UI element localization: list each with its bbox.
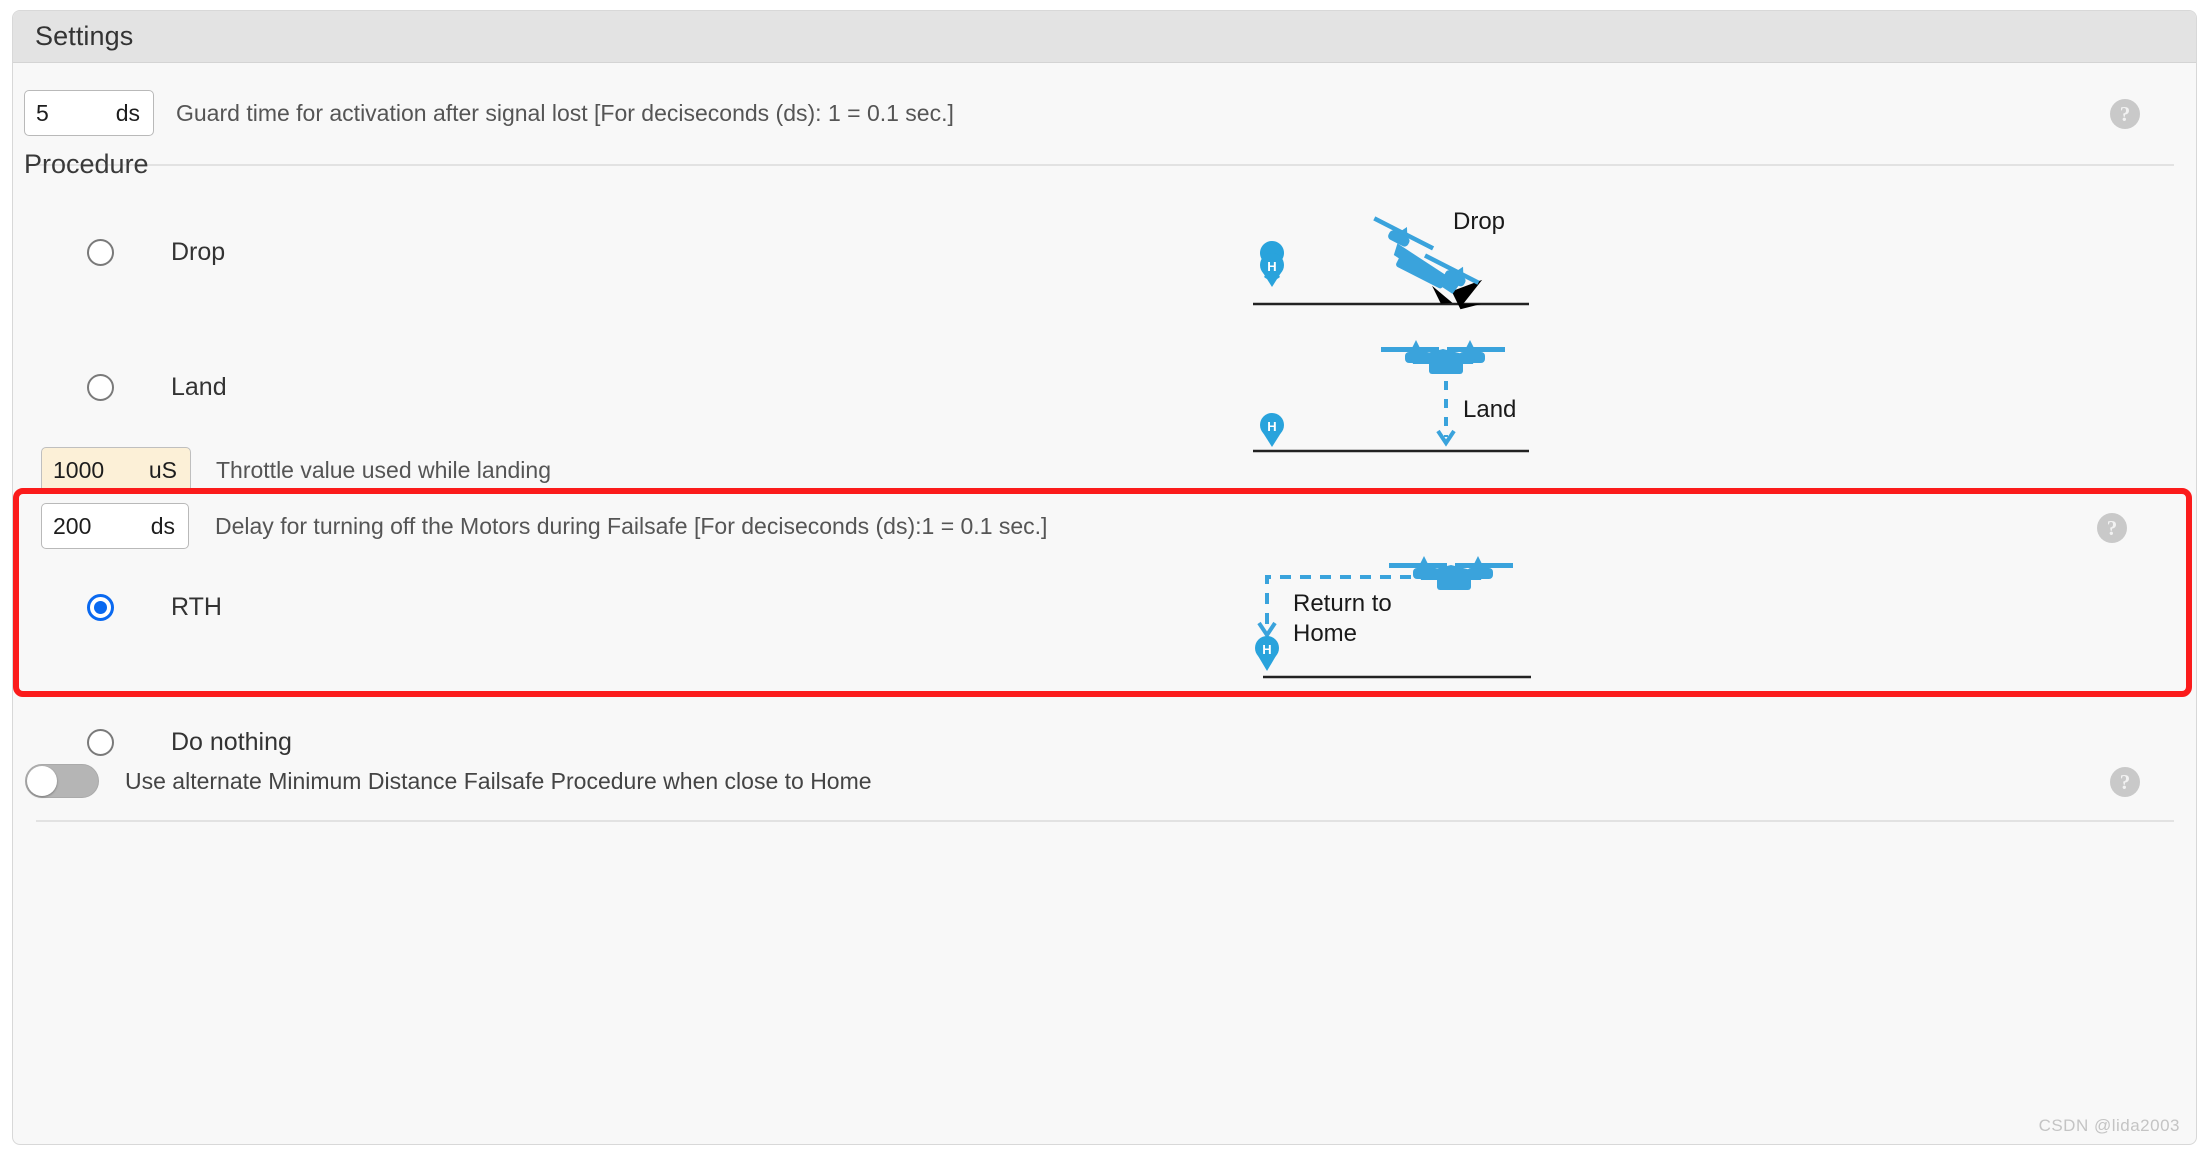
radio-drop[interactable] bbox=[87, 239, 114, 266]
procedure-option-drop[interactable]: Drop bbox=[87, 238, 225, 267]
panel-body: 5 ds Guard time for activation after sig… bbox=[13, 63, 2196, 1144]
land-illustration-svg: H Land bbox=[1253, 340, 1529, 453]
radio-label-drop: Drop bbox=[171, 238, 226, 266]
svg-text:H: H bbox=[1267, 259, 1276, 274]
rth-caption-line2: Home bbox=[1293, 620, 1357, 647]
guard-time-row: 5 ds Guard time for activation after sig… bbox=[24, 90, 954, 136]
watermark: CSDN @lida2003 bbox=[2038, 1116, 2180, 1135]
radio-rth[interactable] bbox=[87, 594, 114, 621]
throttle-value: 1000 bbox=[53, 456, 105, 483]
procedure-option-do-nothing[interactable]: Do nothing bbox=[87, 728, 292, 757]
help-glyph: ? bbox=[2106, 515, 2118, 540]
motor-delay-input[interactable]: 200 ds bbox=[41, 503, 189, 549]
radio-label-rth: RTH bbox=[171, 593, 222, 621]
toggle-knob bbox=[27, 766, 57, 796]
home-marker-land: H bbox=[1260, 413, 1284, 447]
alternate-procedure-row: Use alternate Minimum Distance Failsafe … bbox=[25, 764, 872, 798]
procedure-option-land[interactable]: Land bbox=[87, 373, 227, 402]
guard-time-unit: ds bbox=[115, 99, 140, 126]
settings-page: Settings 5 ds Guard time for activation … bbox=[0, 0, 2209, 1163]
help-glyph: ? bbox=[2119, 101, 2131, 126]
throttle-value-input[interactable]: 1000 uS bbox=[41, 447, 191, 493]
motor-delay-unit: ds bbox=[150, 512, 175, 539]
guard-time-description: Guard time for activation after signal l… bbox=[176, 99, 954, 126]
drop-illustration-svg: H Drop bbox=[1253, 208, 1529, 310]
throttle-description: Throttle value used while landing bbox=[216, 456, 551, 483]
settings-panel: Settings 5 ds Guard time for activation … bbox=[12, 10, 2197, 1145]
motor-delay-value: 200 bbox=[53, 512, 92, 539]
question-mark-icon[interactable]: ? bbox=[2110, 99, 2140, 129]
panel-header: Settings bbox=[13, 11, 2196, 63]
drop-caption: Drop bbox=[1453, 208, 1505, 235]
question-mark-icon-motor-delay[interactable]: ? bbox=[2097, 513, 2127, 543]
alternate-procedure-toggle[interactable] bbox=[25, 764, 99, 798]
land-caption: Land bbox=[1463, 396, 1516, 423]
alternate-procedure-label: Use alternate Minimum Distance Failsafe … bbox=[125, 767, 872, 794]
radio-label-do-nothing: Do nothing bbox=[171, 728, 292, 756]
motor-delay-row: 200 ds Delay for turning off the Motors … bbox=[41, 503, 1047, 549]
page-title: Settings bbox=[35, 21, 134, 51]
illustration-rth: H Return to Home bbox=[1241, 543, 1533, 683]
throttle-unit: uS bbox=[148, 456, 177, 483]
procedure-section-label: Procedure bbox=[24, 149, 149, 179]
illustration-drop: H Drop bbox=[1243, 203, 1533, 313]
home-marker-drop: H bbox=[1260, 241, 1285, 287]
motor-delay-description: Delay for turning off the Motors during … bbox=[215, 512, 1048, 539]
guard-time-value: 5 bbox=[36, 99, 49, 126]
radio-do-nothing[interactable] bbox=[87, 729, 114, 756]
guard-time-input[interactable]: 5 ds bbox=[24, 90, 154, 136]
home-marker-rth: H bbox=[1255, 636, 1279, 671]
divider-bottom bbox=[36, 820, 2174, 822]
svg-text:H: H bbox=[1267, 419, 1276, 434]
divider-top bbox=[36, 164, 2174, 166]
throttle-value-row: 1000 uS Throttle value used while landin… bbox=[41, 447, 551, 493]
rth-caption-line1: Return to bbox=[1293, 590, 1392, 617]
question-mark-icon-alternate[interactable]: ? bbox=[2110, 767, 2140, 797]
help-glyph: ? bbox=[2119, 769, 2131, 794]
procedure-option-rth[interactable]: RTH bbox=[87, 593, 222, 622]
svg-text:H: H bbox=[1262, 642, 1271, 657]
rth-illustration-svg: H Return to Home bbox=[1255, 556, 1531, 679]
radio-land[interactable] bbox=[87, 374, 114, 401]
radio-label-land: Land bbox=[171, 373, 227, 401]
illustration-land: H Land bbox=[1243, 325, 1533, 455]
